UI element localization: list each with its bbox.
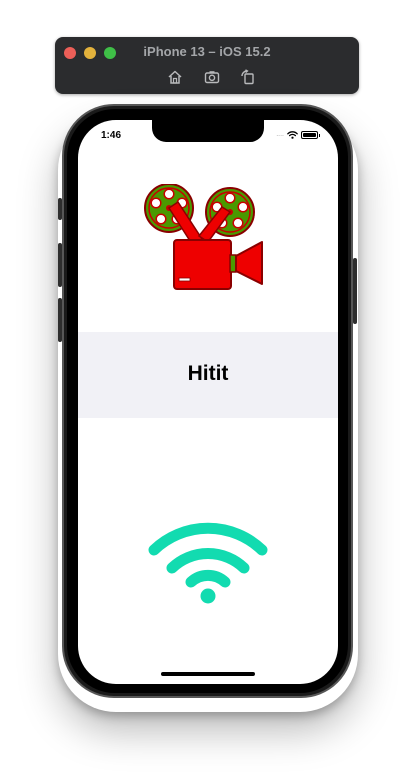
battery-level xyxy=(303,133,316,137)
screenshot-icon[interactable] xyxy=(203,68,221,86)
signal-icon: .... xyxy=(276,131,284,138)
film-camera-icon xyxy=(142,184,266,294)
volume-up-button xyxy=(58,243,62,287)
status-icons: .... xyxy=(276,130,320,140)
simulator-toolbar xyxy=(166,68,256,86)
home-indicator[interactable] xyxy=(161,672,255,676)
power-button xyxy=(353,258,357,324)
battery-icon xyxy=(301,131,320,139)
simulator-title-bar: iPhone 13 – iOS 15.2 xyxy=(55,37,359,94)
notch xyxy=(152,120,264,142)
desktop-stage: iPhone 13 – iOS 15.2 1:46 .... Hitit xyxy=(0,0,415,772)
mute-switch xyxy=(58,198,62,220)
app-title: Hitit xyxy=(187,362,229,385)
home-icon[interactable] xyxy=(166,68,184,86)
phone-screen: 1:46 .... Hitit xyxy=(78,120,338,684)
wifi-status-icon xyxy=(287,126,298,144)
rotate-icon[interactable] xyxy=(239,68,257,86)
simulator-title: iPhone 13 – iOS 15.2 xyxy=(143,44,271,59)
title-section: Hitit xyxy=(78,332,338,418)
status-time: 1:46 xyxy=(101,130,122,141)
wifi-icon xyxy=(148,516,268,604)
volume-down-button xyxy=(58,298,62,342)
